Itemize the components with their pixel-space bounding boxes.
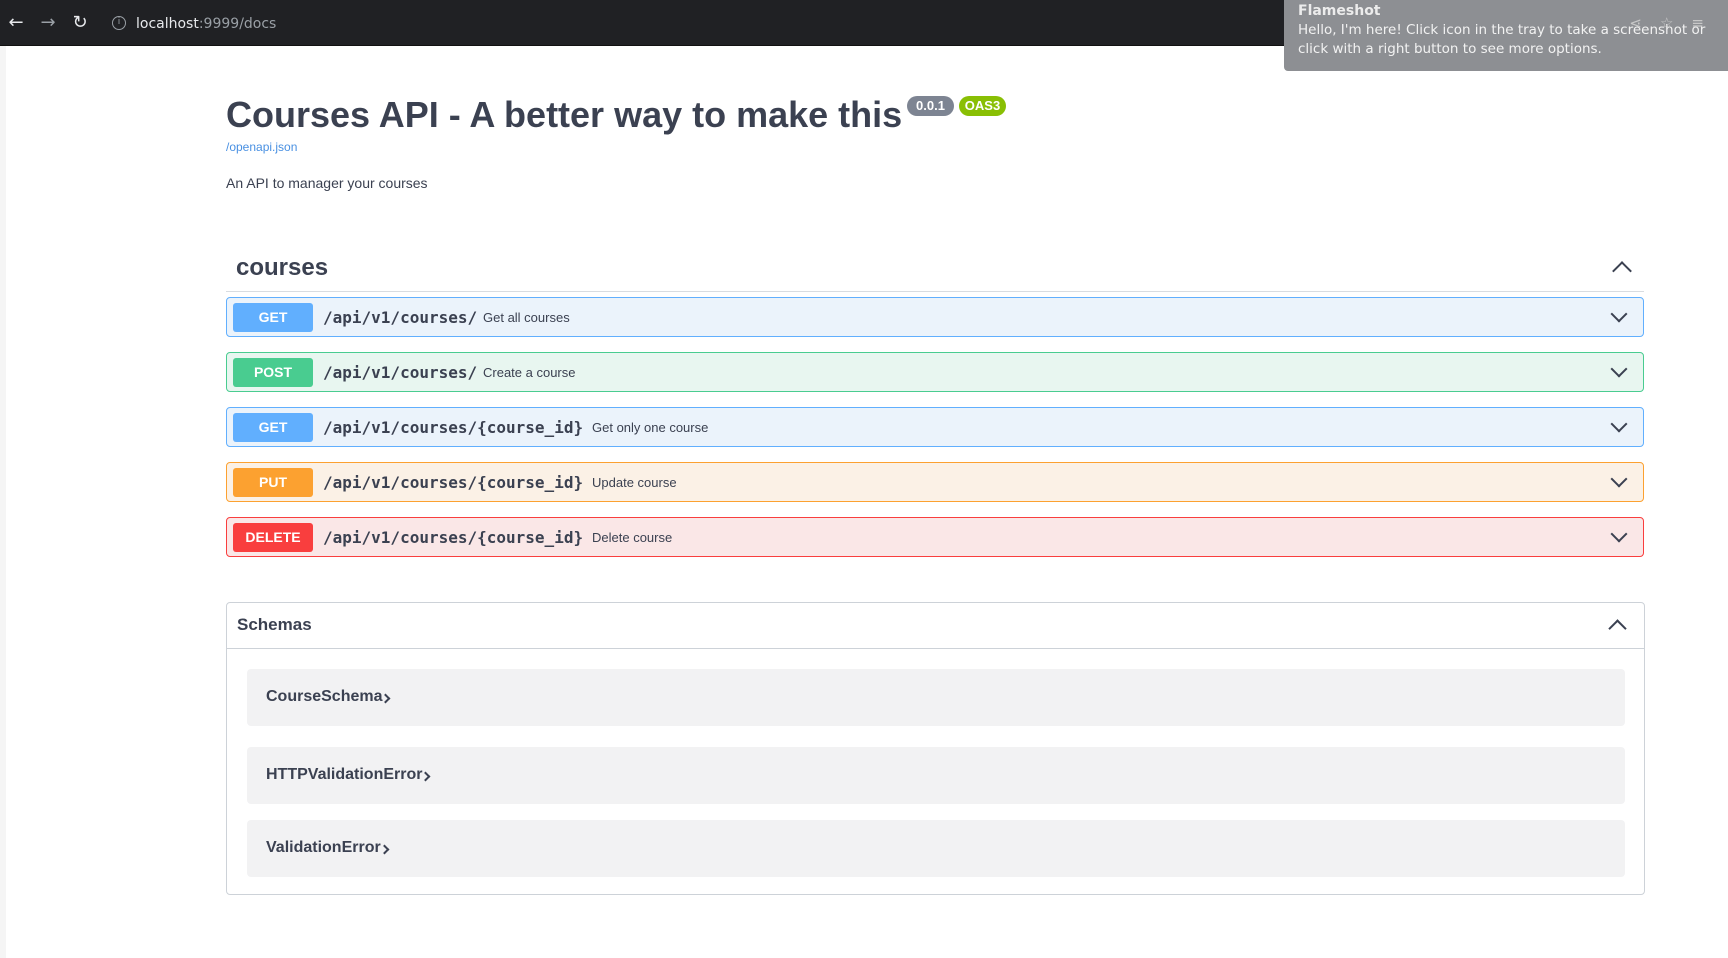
info-icon[interactable]: i bbox=[112, 16, 126, 30]
reload-icon[interactable]: ↻ bbox=[69, 12, 91, 34]
method-badge: GET bbox=[233, 413, 313, 442]
flameshot-notification[interactable]: Flameshot Hello, I'm here! Click icon in… bbox=[1284, 0, 1728, 71]
method-badge: GET bbox=[233, 303, 313, 332]
operation-path: /api/v1/courses/{course_id} bbox=[323, 418, 584, 437]
operation-get-courses[interactable]: GET /api/v1/courses/ Get all courses bbox=[226, 297, 1644, 337]
chevron-right-icon[interactable] bbox=[379, 844, 390, 855]
address-bar[interactable]: localhost:9999/docs bbox=[136, 16, 276, 32]
page-left-edge bbox=[0, 46, 6, 958]
operation-path: /api/v1/courses/ bbox=[323, 363, 478, 382]
method-badge: PUT bbox=[233, 468, 313, 497]
schemas-title: Schemas bbox=[237, 615, 312, 634]
chevron-up-icon[interactable] bbox=[1612, 261, 1632, 281]
operation-put-course[interactable]: PUT /api/v1/courses/{course_id} Update c… bbox=[226, 462, 1644, 502]
schema-name: HTTPValidationError bbox=[266, 766, 423, 783]
arrow-right-icon[interactable]: → bbox=[37, 12, 59, 34]
schema-http-validation-error[interactable]: HTTPValidationError bbox=[247, 747, 1625, 804]
operation-path: /api/v1/courses/ bbox=[323, 308, 478, 327]
openapi-json-link[interactable]: /openapi.json bbox=[226, 140, 297, 154]
tag-title: courses bbox=[236, 254, 329, 281]
schema-name: ValidationError bbox=[266, 839, 381, 856]
tag-courses-header[interactable]: courses bbox=[226, 246, 1644, 292]
chevron-down-icon[interactable] bbox=[1610, 415, 1628, 433]
chevron-up-icon[interactable] bbox=[1608, 619, 1627, 638]
api-description: An API to manager your courses bbox=[226, 175, 428, 191]
page-title: Courses API - A better way to make this bbox=[226, 94, 903, 135]
oas-badge: OAS3 bbox=[959, 96, 1006, 116]
version-badge: 0.0.1 bbox=[907, 96, 954, 116]
chevron-down-icon[interactable] bbox=[1610, 525, 1628, 543]
operation-summary: Get all courses bbox=[483, 310, 570, 325]
notification-title: Flameshot bbox=[1298, 3, 1381, 19]
schemas-section: Schemas CourseSchema HTTPValidationError… bbox=[226, 602, 1645, 895]
operation-get-course-by-id[interactable]: GET /api/v1/courses/{course_id} Get only… bbox=[226, 407, 1644, 447]
url-path: :9999/docs bbox=[198, 16, 277, 32]
operation-path: /api/v1/courses/{course_id} bbox=[323, 528, 584, 547]
operation-path: /api/v1/courses/{course_id} bbox=[323, 473, 584, 492]
arrow-left-icon[interactable]: ← bbox=[5, 12, 27, 34]
chevron-down-icon[interactable] bbox=[1610, 470, 1628, 488]
schema-name: CourseSchema bbox=[266, 688, 383, 705]
schema-course-schema[interactable]: CourseSchema bbox=[247, 669, 1625, 726]
method-badge: DELETE bbox=[233, 523, 313, 552]
schemas-header[interactable]: Schemas bbox=[227, 603, 1644, 649]
chevron-down-icon[interactable] bbox=[1610, 305, 1628, 323]
operation-delete-course[interactable]: DELETE /api/v1/courses/{course_id} Delet… bbox=[226, 517, 1644, 557]
menu-icon[interactable]: ≡ bbox=[1691, 14, 1722, 32]
tray-icons: ⋖☆≡ bbox=[1629, 14, 1722, 32]
operation-summary: Update course bbox=[592, 475, 677, 490]
share-icon[interactable]: ⋖ bbox=[1629, 14, 1660, 32]
method-badge: POST bbox=[233, 358, 313, 387]
schema-validation-error[interactable]: ValidationError bbox=[247, 820, 1625, 877]
operation-post-course[interactable]: POST /api/v1/courses/ Create a course bbox=[226, 352, 1644, 392]
chevron-down-icon[interactable] bbox=[1610, 360, 1628, 378]
url-host: localhost bbox=[136, 16, 199, 32]
operation-summary: Create a course bbox=[483, 365, 576, 380]
star-icon[interactable]: ☆ bbox=[1660, 14, 1691, 32]
operation-summary: Get only one course bbox=[592, 420, 709, 435]
operation-summary: Delete course bbox=[592, 530, 673, 545]
